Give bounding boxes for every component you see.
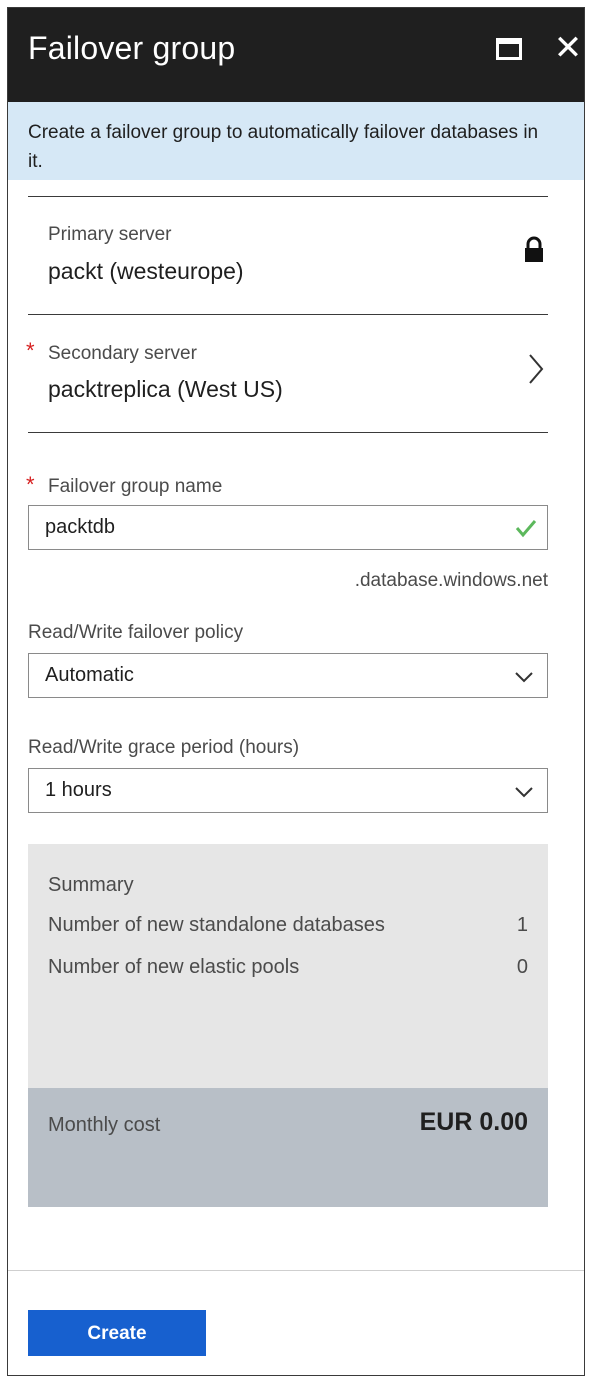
check-icon [515, 520, 537, 538]
close-icon[interactable]: ✕ [553, 28, 583, 68]
failover-group-name-input[interactable]: packtdb [28, 505, 548, 550]
required-mark: * [26, 472, 35, 497]
create-button[interactable]: Create [28, 1310, 206, 1356]
failover-group-name-label: Failover group name [48, 476, 223, 497]
grace-period-label: Read/Write grace period (hours) [28, 737, 300, 758]
summary-title: Summary [48, 874, 134, 896]
blade-title: Failover group [28, 30, 236, 66]
primary-server-label: Primary server [48, 224, 172, 245]
chevron-down-icon [515, 672, 533, 683]
secondary-server-label: Secondary server [48, 343, 197, 364]
rw-policy-label: Read/Write failover policy [28, 622, 244, 643]
required-mark: * [26, 338, 35, 363]
maximize-icon[interactable] [496, 38, 522, 60]
divider [28, 196, 548, 197]
divider [28, 314, 548, 315]
grace-period-select[interactable]: 1 hours [28, 768, 548, 813]
failover-group-blade: Failover group ✕ Create a failover group… [7, 7, 585, 1376]
info-text: Create a failover group to automatically… [28, 122, 539, 172]
rw-policy-value: Automatic [45, 664, 134, 686]
lock-icon [525, 236, 543, 262]
primary-server-value: packt (westeurope) [48, 258, 244, 284]
chevron-down-icon [515, 787, 533, 798]
domain-suffix: .database.windows.net [354, 570, 548, 591]
info-banner: Create a failover group to automatically… [8, 102, 584, 180]
summary-row-label: Number of new elastic pools [48, 956, 300, 978]
footer-divider [8, 1270, 584, 1271]
summary-panel: Summary Number of new standalone databas… [28, 844, 548, 1088]
summary-row-value: 1 [516, 914, 528, 936]
chevron-right-icon[interactable] [527, 351, 545, 387]
blade-header: Failover group ✕ [8, 8, 584, 102]
monthly-cost-label: Monthly cost [48, 1114, 161, 1136]
failover-group-name-value: packtdb [45, 516, 116, 538]
summary-row-label: Number of new standalone databases [48, 914, 385, 936]
monthly-cost-panel: Monthly cost EUR 0.00 [28, 1088, 548, 1207]
divider [28, 432, 548, 433]
secondary-server-value: packtreplica (West US) [48, 376, 283, 402]
rw-policy-select[interactable]: Automatic [28, 653, 548, 698]
grace-period-value: 1 hours [45, 779, 112, 801]
monthly-cost-value: EUR 0.00 [419, 1108, 528, 1136]
summary-row-value: 0 [516, 956, 528, 978]
